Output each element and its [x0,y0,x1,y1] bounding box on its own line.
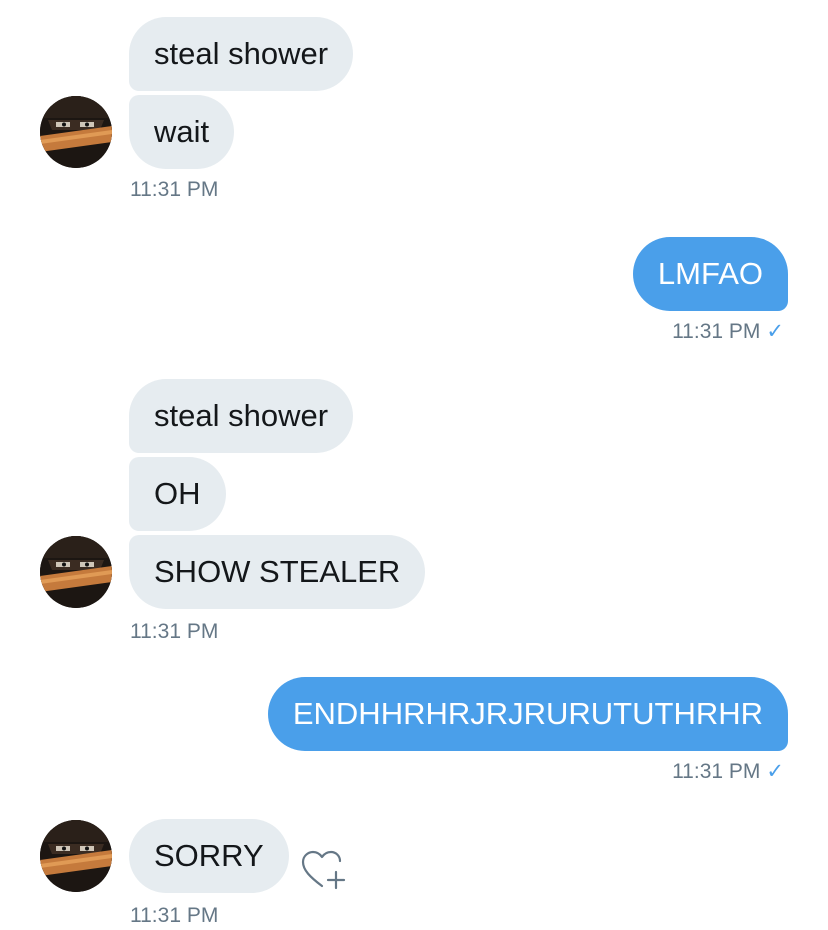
avatar-image [40,536,112,608]
outgoing-message[interactable]: ENDHHRHRJRJRURUTUTHRHR [267,677,788,751]
outgoing-message[interactable]: LMFAO [632,237,788,311]
incoming-message[interactable]: steal shower [129,379,354,453]
timestamp-read: 11:31 PM ✓ [672,758,784,786]
avatar-image [40,96,112,168]
read-check-icon: ✓ [766,760,784,783]
incoming-message[interactable]: OH [129,457,226,531]
avatar[interactable] [40,820,112,892]
incoming-message[interactable]: SORRY [129,819,289,893]
avatar-image [40,820,112,892]
incoming-message[interactable]: steal shower [129,17,354,91]
incoming-message[interactable]: SHOW STEALER [129,535,426,609]
timestamp: 11:31 PM [130,904,219,927]
avatar[interactable] [40,536,112,608]
incoming-message[interactable]: wait [129,95,235,169]
timestamp: 11:31 PM [130,620,219,643]
read-check-icon: ✓ [766,320,784,343]
timestamp-text: 11:31 PM [672,320,761,343]
heart-plus-icon[interactable] [300,848,348,892]
timestamp: 11:31 PM [130,178,219,201]
avatar[interactable] [40,96,112,168]
timestamp-read: 11:31 PM ✓ [672,318,784,346]
timestamp-text: 11:31 PM [672,760,761,783]
